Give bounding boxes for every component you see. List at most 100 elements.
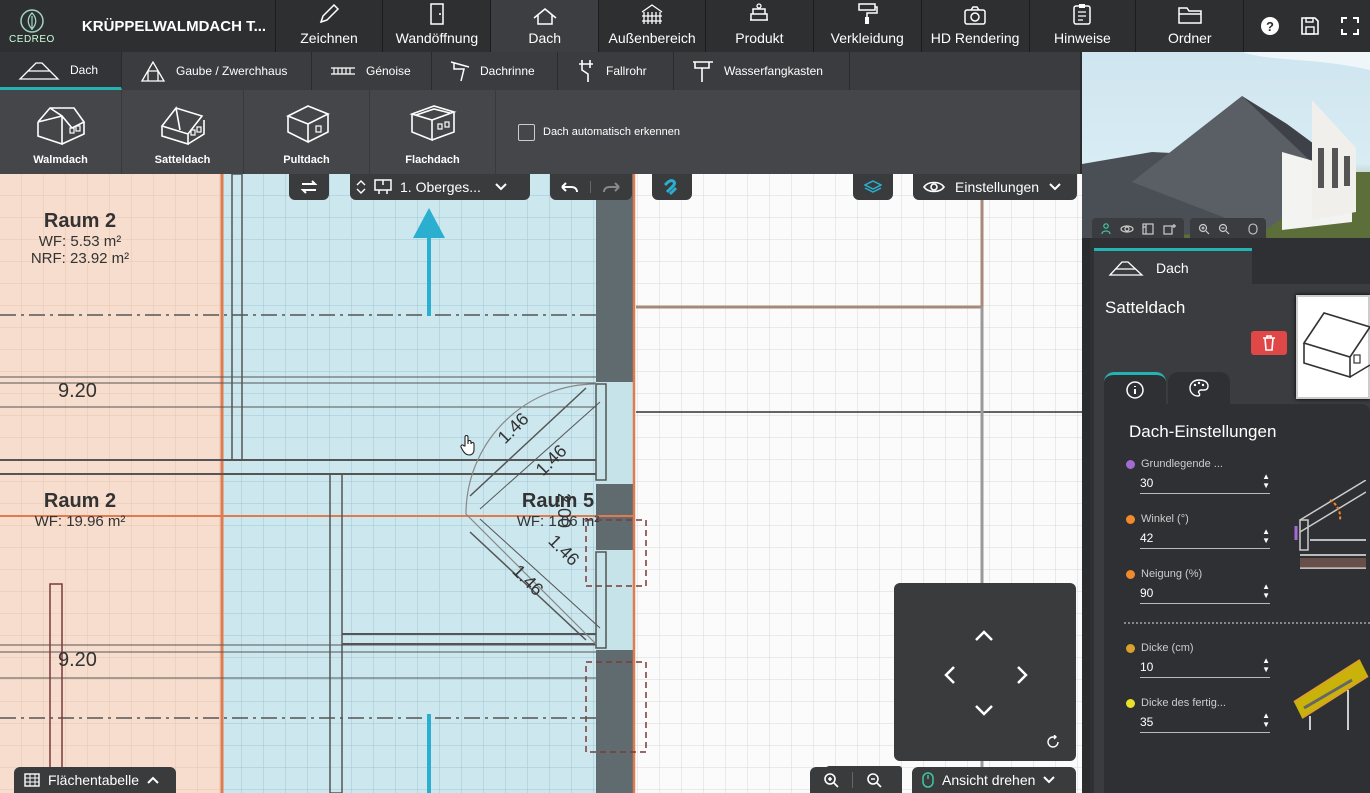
auto-detect-checkbox[interactable] [518,123,535,141]
section-icon[interactable] [1142,223,1154,235]
field-label-text: Dicke des fertig... [1141,697,1226,709]
layers-button[interactable] [853,174,893,200]
mouse-icon[interactable] [1248,223,1258,235]
redo-icon [602,182,620,193]
color-dot [1126,698,1135,708]
subtab-label: Gaube / Zwerchhaus [176,64,288,78]
field-dicke[interactable]: Dicke (cm) 10 ▲ ▼ [1126,642,1270,678]
reset-view-button[interactable] [1046,734,1060,754]
floor-select[interactable]: 1. Oberges... [350,174,530,200]
field-value[interactable]: 90 [1140,586,1270,604]
room-area: WF: 5.53 m² [38,233,122,250]
pan-down-button[interactable] [974,703,994,721]
field-label-text: Neigung (%) [1141,568,1203,580]
nav-wandoeffnung[interactable]: Wandöffnung [383,0,492,52]
spinner-icon[interactable]: ▲ ▼ [1262,582,1270,600]
room-label[interactable]: Raum 2 WF: 5.53 m² NRF: 23.92 m² [20,210,140,267]
subtab-fallrohr[interactable]: Fallrohr [558,52,674,90]
orbit-icon[interactable] [1120,223,1134,235]
nav-dach[interactable]: Dach [491,0,600,52]
zoom-in-icon [824,773,839,788]
chevron-down-icon [1049,183,1061,191]
settings-dropdown[interactable]: Einstellungen [913,174,1077,200]
zoom-out-button[interactable] [852,772,894,788]
redo-button[interactable] [590,181,630,193]
field-value[interactable]: 10 [1140,660,1270,678]
pan-right-button[interactable] [1016,665,1028,690]
subtab-gaube[interactable]: Gaube / Zwerchhaus [122,52,312,90]
help-button[interactable]: ? [1250,0,1290,52]
nav-aussenbereich[interactable]: Außenbereich [599,0,706,52]
spinner-icon[interactable]: ▲ ▼ [1262,472,1270,490]
field-value[interactable]: 42 [1140,531,1270,549]
panel-tab-label: Dach [1156,259,1189,276]
chevron-down-icon [1043,776,1056,784]
area-table-button[interactable]: Flächentabelle [14,767,176,793]
field-neigung[interactable]: Neigung (%) 90 ▲ ▼ [1126,568,1270,604]
genoise-icon [331,67,355,75]
nav-hinweise[interactable]: Hinweise [1030,0,1137,52]
color-dot [1126,643,1135,653]
sun-icon[interactable] [1162,223,1176,235]
undo-icon [561,182,578,193]
roof-angle-diagram [1294,480,1366,569]
zoom-out-icon[interactable] [1218,223,1230,235]
subtab-dach[interactable]: Dach [0,52,122,90]
paint-roller-icon [858,3,879,24]
subtab-dachrinne[interactable]: Dachrinne [432,52,558,90]
nav-verkleidung[interactable]: Verkleidung [814,0,922,52]
field-value[interactable]: 35 [1140,715,1270,733]
roof-walmdach-button[interactable]: Walmdach [0,90,122,174]
field-winkel[interactable]: Winkel (°) 42 ▲ ▼ [1126,513,1270,549]
save-button[interactable] [1290,0,1330,52]
nav-ordner[interactable]: Ordner [1136,0,1245,52]
pan-up-button[interactable] [974,629,994,647]
subtab-genoise[interactable]: Génoise [312,52,432,90]
3d-preview[interactable] [1082,52,1370,238]
rotate-view-dropdown[interactable]: Ansicht drehen [912,767,1076,793]
fullscreen-button[interactable] [1330,0,1370,52]
panel-tab-dach[interactable]: Dach [1094,248,1252,284]
field-grundlegende[interactable]: Grundlegende ... 30 ▲ ▼ [1126,458,1270,494]
settings-card: Dach-Einstellungen Grundlegende ... 30 ▲ ▼ … [1104,404,1370,793]
nav-hd-rendering[interactable]: HD Rendering [922,0,1030,52]
pan-left-button[interactable] [944,665,956,690]
swap-button[interactable] [289,174,329,200]
room-label[interactable]: Raum 2 WF: 19.96 m² [20,490,140,530]
nav-label: Zeichnen [300,30,358,46]
roof-satteldach-button[interactable]: Satteldach [122,90,244,174]
subtab-wasserfangkasten[interactable]: Wasserfangkasten [674,52,850,90]
floorplan-icon [374,179,392,194]
zoom-in-button[interactable] [810,772,852,788]
roof-flachdach-button[interactable]: Flachdach [370,90,496,174]
gable-roof-house-icon [160,106,205,146]
fence-icon [641,4,663,24]
logo[interactable]: CEDREO [0,0,64,52]
spinner-icon[interactable]: ▲ ▼ [1262,656,1270,674]
nav-label: Ordner [1168,30,1212,46]
nav-produkt[interactable]: Produkt [706,0,814,52]
sofa-icon [750,3,769,21]
style-tab[interactable] [1168,372,1230,404]
delete-button[interactable] [1251,331,1287,355]
field-label: Grundlegende ... [1126,458,1270,470]
field-value[interactable]: 30 [1140,476,1270,494]
top-toolbar: CEDREO KRÜPPELWALMDACH T... Zeichnen Wan… [0,0,1370,52]
roof-pultdach-button[interactable]: Pultdach [244,90,370,174]
flat-roof-house-icon [408,105,457,142]
auto-detect-roof[interactable]: Dach automatisch erkennen [496,90,680,174]
field-dicke-fertig[interactable]: Dicke des fertig... 35 ▲ ▼ [1126,697,1270,733]
zoom-in-icon[interactable] [1198,223,1210,235]
floorplan-canvas[interactable]: Raum 2 WF: 5.53 m² NRF: 23.92 m² Raum 2 … [0,174,1082,793]
field-label-text: Dicke (cm) [1141,642,1194,654]
room-area: WF: 19.96 m² [34,513,126,530]
person-icon[interactable] [1100,223,1112,235]
nav-zeichnen[interactable]: Zeichnen [276,0,384,52]
spinner-icon[interactable]: ▲ ▼ [1262,527,1270,545]
ribbon-label: Walmdach [33,154,88,166]
subtab-label: Génoise [366,64,411,78]
info-tab[interactable] [1104,372,1166,404]
magnet-button[interactable] [652,174,692,200]
undo-button[interactable] [550,181,590,193]
spinner-icon[interactable]: ▲ ▼ [1262,711,1270,729]
